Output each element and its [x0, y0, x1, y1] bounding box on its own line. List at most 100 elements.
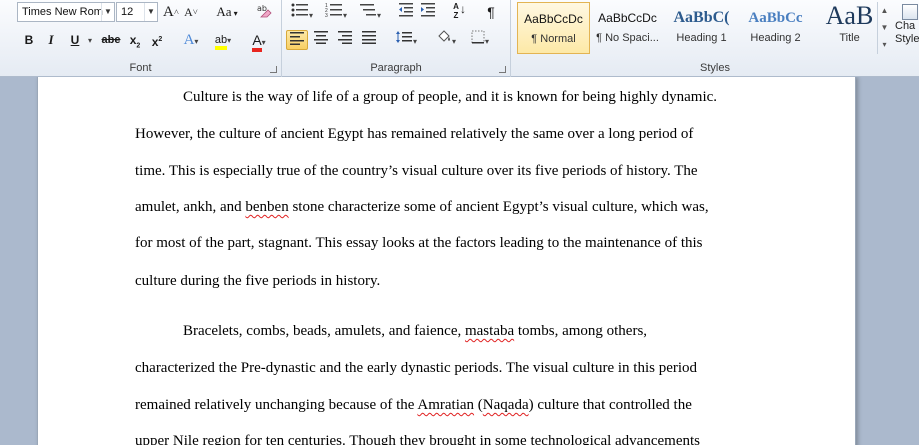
font-group: Times New Rom ▼ 12 ▼ A˄ A˅ Aa ▾ ab B I U…: [0, 0, 282, 77]
misspelled-word[interactable]: benben: [245, 199, 288, 215]
font-color-button[interactable]: A▾: [246, 30, 272, 52]
subscript-mark: 2: [136, 42, 141, 50]
bullets-button[interactable]: ▾: [288, 2, 316, 22]
italic-button[interactable]: I: [42, 30, 60, 50]
scroll-down-icon[interactable]: ▼: [878, 19, 891, 36]
decrease-indent-button[interactable]: [396, 2, 416, 22]
style-name: ¶ No Spaci...: [596, 32, 659, 44]
font-face-value: Times New Rom: [22, 6, 103, 18]
numbered-list-icon: 1 2 3: [325, 3, 342, 19]
caret-down-icon: ˅: [192, 7, 198, 17]
text-line: amulet, ankh, and benben stone character…: [135, 199, 709, 215]
text-line: time. This is especially true of the cou…: [135, 163, 698, 179]
bullet-list-icon: [291, 3, 308, 17]
style-sample: AaB: [825, 2, 874, 30]
multilevel-list-button[interactable]: ▾: [356, 2, 384, 22]
clear-formatting-icon: ab: [257, 4, 272, 18]
style-name: Heading 2: [750, 32, 801, 44]
change-styles-button[interactable]: Cha Style: [895, 4, 919, 56]
increase-indent-button[interactable]: [418, 2, 438, 22]
chevron-down-icon[interactable]: ▼: [144, 3, 157, 21]
bold-button[interactable]: B: [20, 30, 38, 50]
misspelled-word[interactable]: Amratian: [417, 397, 474, 413]
style-title[interactable]: AaB Title: [813, 2, 886, 54]
svg-text:ab: ab: [257, 4, 267, 13]
styles-group: AaBbCcDc ¶ Normal AaBbCcDc ¶ No Spaci...…: [511, 0, 919, 77]
style-name: Title: [839, 32, 860, 44]
clear-formatting-button[interactable]: ab: [254, 2, 274, 22]
dialog-launcher-icon[interactable]: [499, 66, 506, 73]
chevron-down-icon: ▾: [412, 37, 417, 46]
font-face-combo[interactable]: Times New Rom ▼: [17, 2, 115, 22]
superscript-button[interactable]: x2: [148, 30, 166, 50]
align-center-button[interactable]: [310, 30, 332, 50]
subscript-button[interactable]: x2: [126, 30, 144, 50]
chevron-down-icon: ▾: [261, 38, 266, 47]
chevron-down-icon: ▾: [376, 11, 381, 20]
sort-arrow-icon: ↓: [460, 2, 466, 17]
borders-button[interactable]: ▾: [466, 30, 494, 50]
style-normal[interactable]: AaBbCcDc ¶ Normal: [517, 2, 590, 54]
chevron-down-icon[interactable]: ▾: [88, 36, 92, 45]
text-line: upper Nile region for ten centuries. Tho…: [135, 433, 700, 445]
justify-button[interactable]: [358, 30, 380, 50]
more-styles-icon[interactable]: ▾: [878, 36, 891, 53]
numbering-button[interactable]: 1 2 3 ▾: [322, 2, 350, 22]
scroll-up-icon[interactable]: ▲: [878, 2, 891, 19]
shading-button[interactable]: ▾: [432, 30, 460, 50]
font-size-value: 12: [121, 6, 134, 18]
style-sample: AaBbCc: [748, 10, 803, 26]
grow-font-button[interactable]: A˄: [162, 2, 180, 22]
style-name: Heading 1: [676, 32, 727, 44]
style-heading-2[interactable]: AaBbCc Heading 2: [739, 2, 812, 54]
document-page[interactable]: Culture is the way of life of a group of…: [37, 77, 856, 445]
misspelled-word[interactable]: mastaba: [465, 323, 514, 339]
text-line: for most of the part, stagnant. This ess…: [135, 235, 703, 251]
show-formatting-button[interactable]: ¶: [482, 2, 500, 22]
caret-up-icon: ˄: [173, 7, 179, 17]
text-line: However, the culture of ancient Egypt ha…: [135, 126, 694, 142]
chevron-down-icon: ▾: [227, 36, 232, 45]
styles-scrollbar[interactable]: ▲ ▼ ▾: [877, 2, 891, 54]
text-line: Culture is the way of life of a group of…: [183, 89, 718, 105]
style-sample: AaBbCcDc: [598, 11, 657, 25]
misspelled-word[interactable]: Naqada: [483, 397, 529, 413]
svg-text:3: 3: [325, 13, 328, 18]
multilevel-list-icon: [359, 4, 376, 16]
font-group-label: Font: [129, 62, 152, 74]
chevron-down-icon: ▾: [308, 11, 313, 20]
sort-button[interactable]: A Z ↓: [448, 2, 470, 22]
borders-icon: [471, 30, 485, 44]
highlight-button[interactable]: ab▾: [210, 30, 236, 50]
chevron-down-icon: ▾: [484, 37, 489, 46]
strikethrough-button[interactable]: abe: [100, 30, 122, 50]
align-left-icon: [290, 32, 304, 45]
ribbon: Times New Rom ▼ 12 ▼ A˄ A˅ Aa ▾ ab B I U…: [0, 0, 919, 77]
align-right-button[interactable]: [334, 30, 356, 50]
style-heading-1[interactable]: AaBbC( Heading 1: [665, 2, 738, 54]
style-no-spacing[interactable]: AaBbCcDc ¶ No Spaci...: [591, 2, 664, 54]
text-line: remained relatively unchanging because o…: [135, 397, 692, 413]
text-effects-button[interactable]: A▾: [180, 30, 202, 50]
font-size-combo[interactable]: 12 ▼: [116, 2, 158, 22]
text-line: culture during the five periods in histo…: [135, 273, 381, 289]
change-case-button[interactable]: Aa ▾: [214, 2, 240, 22]
chevron-down-icon: ▾: [451, 37, 456, 46]
dialog-launcher-icon[interactable]: [270, 66, 277, 73]
shrink-font-button[interactable]: A˅: [182, 2, 200, 22]
chevron-down-icon: ▾: [194, 37, 199, 46]
align-left-button[interactable]: [286, 30, 308, 50]
superscript-mark: 2: [158, 36, 163, 43]
change-styles-label: Cha Style: [895, 20, 919, 45]
increase-indent-icon: [421, 3, 435, 17]
line-spacing-button[interactable]: ▾: [392, 30, 420, 50]
line-spacing-icon: [395, 31, 412, 43]
text-line: Bracelets, combs, beads, amulets, and fa…: [183, 323, 648, 339]
style-name: ¶ Normal: [531, 33, 576, 45]
underline-button[interactable]: U: [66, 30, 84, 50]
chevron-down-icon: ▾: [231, 9, 238, 18]
change-styles-icon: [902, 4, 918, 20]
justify-icon: [362, 31, 376, 44]
chevron-down-icon[interactable]: ▼: [101, 3, 114, 21]
paragraph-group: ▾ 1 2 3 ▾ ▾ A Z ↓ ¶ ▾ ▾ ▾ Paragraph: [282, 0, 511, 77]
